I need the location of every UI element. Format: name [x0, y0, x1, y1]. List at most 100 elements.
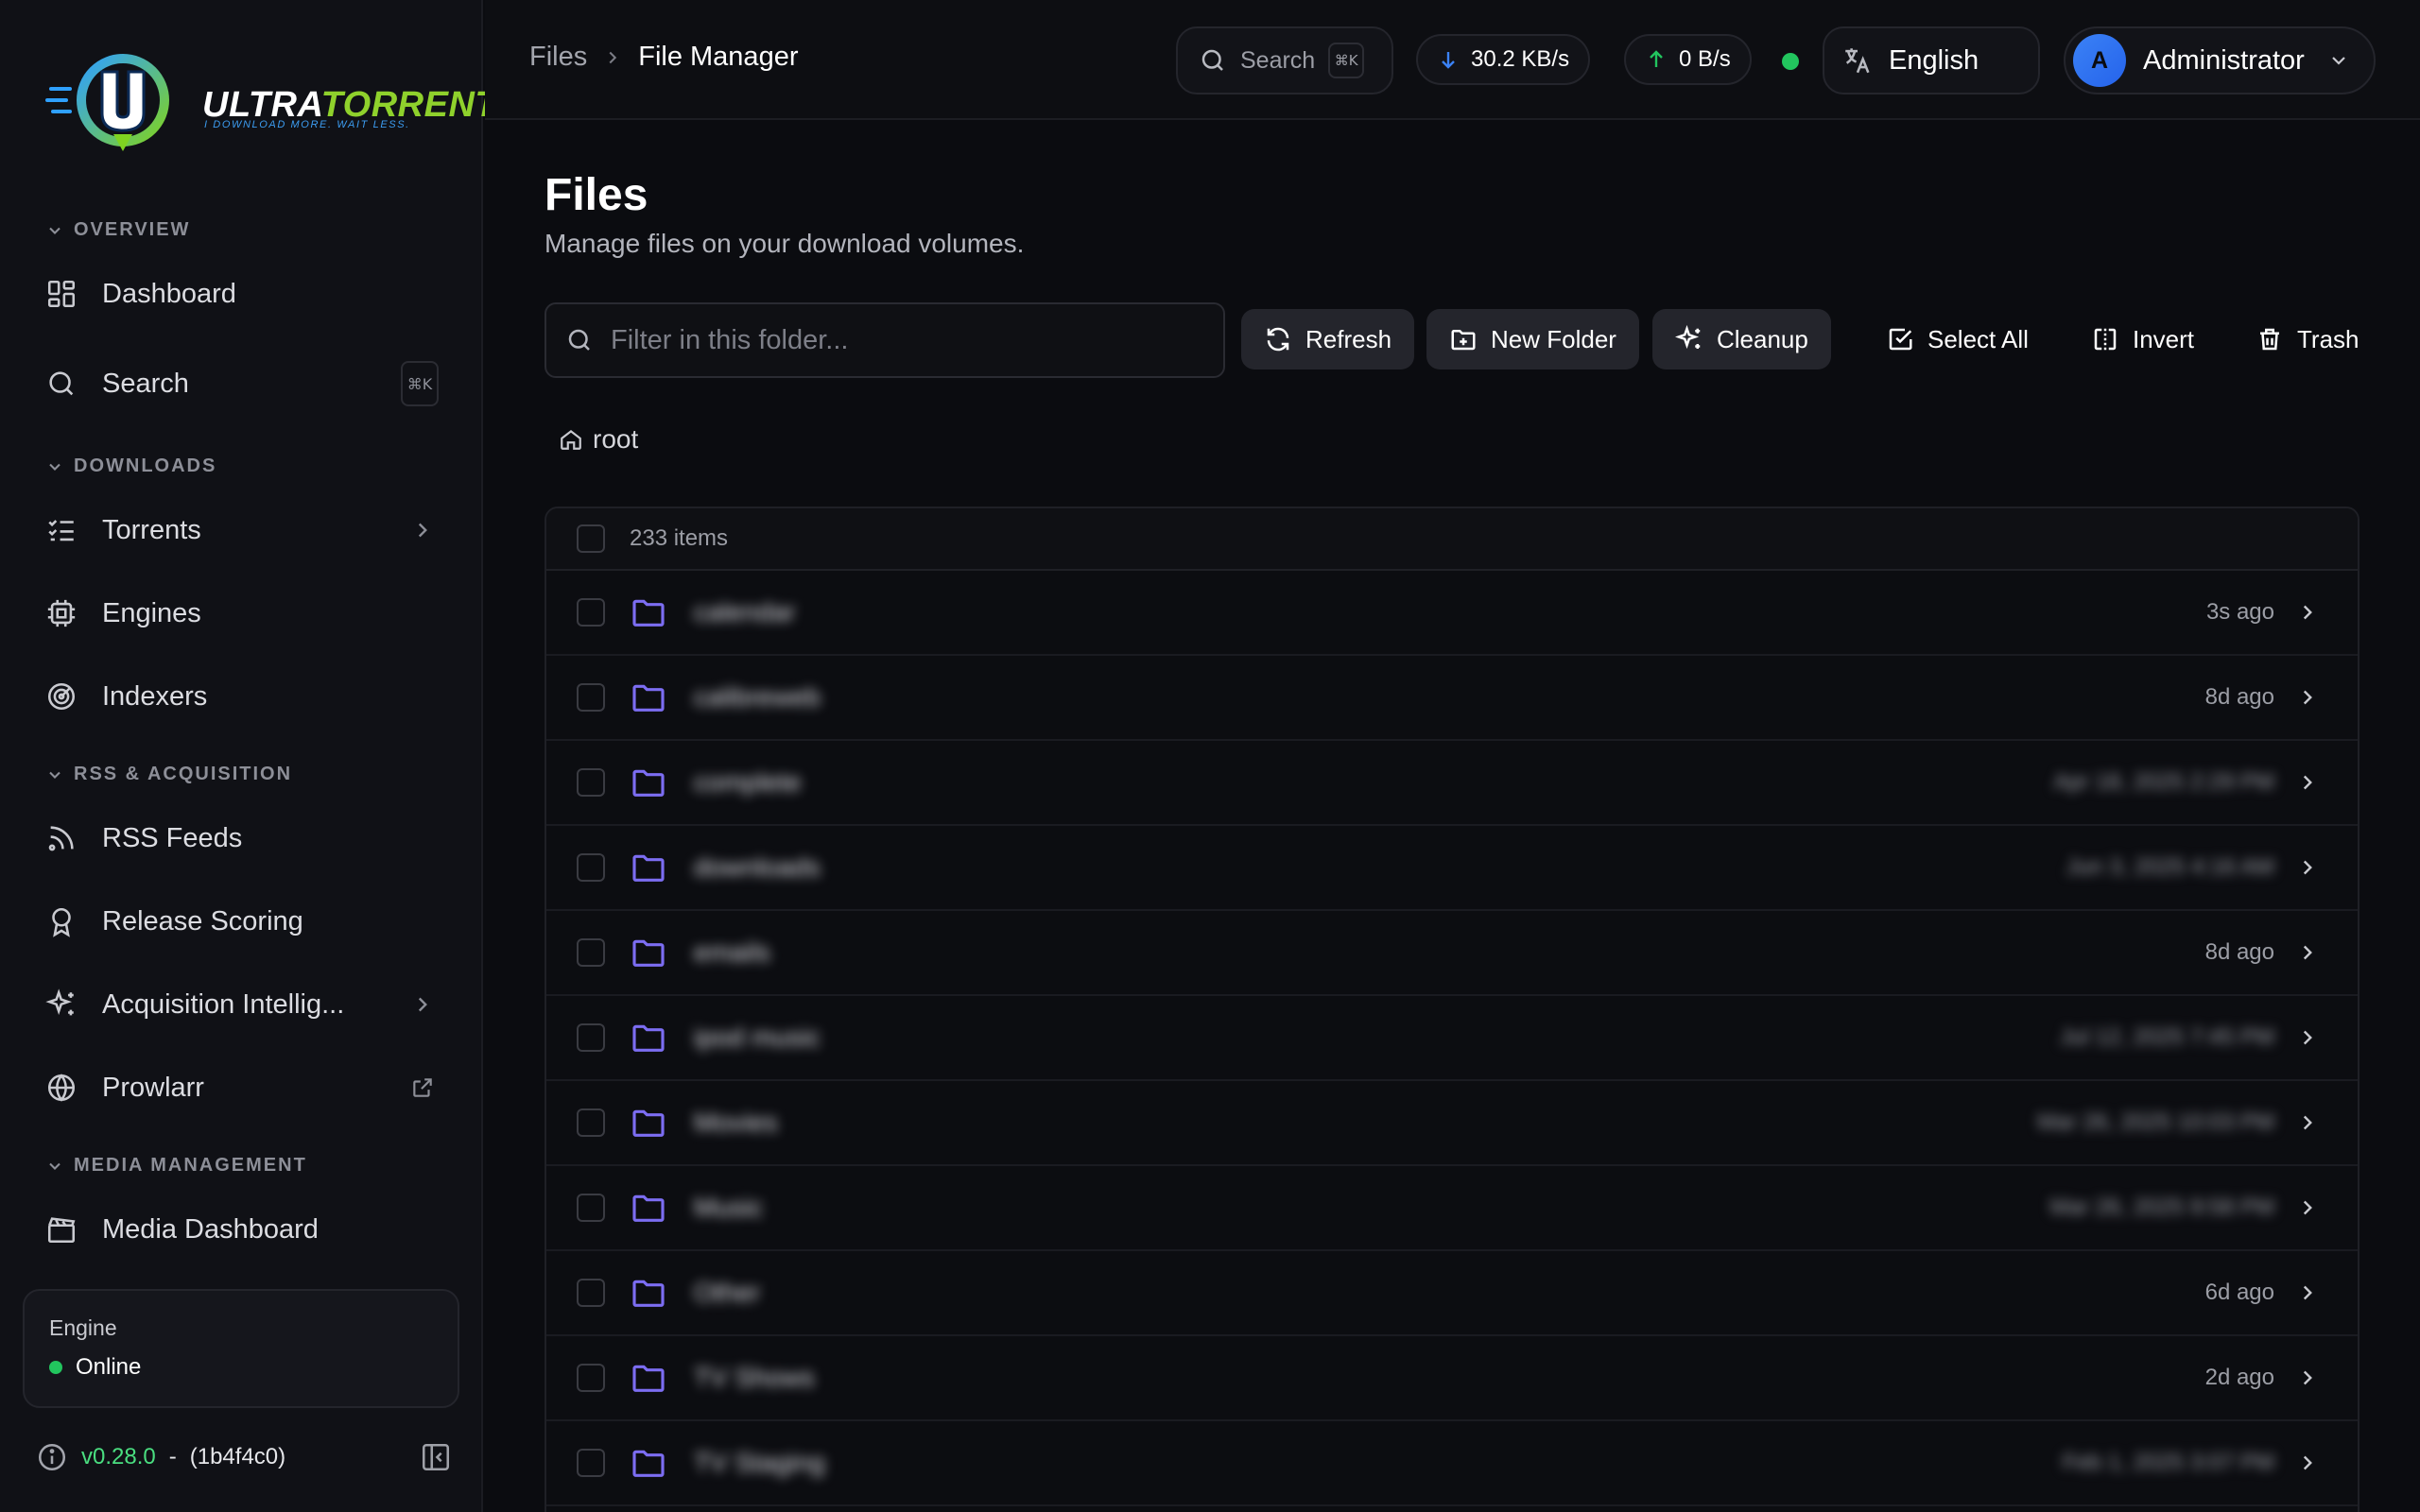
row-checkbox[interactable]	[577, 683, 605, 712]
sidebar-item-torrents[interactable]: Torrents	[23, 498, 454, 562]
translate-icon	[1845, 48, 1870, 74]
connection-status-dot	[1782, 53, 1799, 70]
path-root-label: root	[593, 424, 639, 454]
row-checkbox[interactable]	[577, 853, 605, 882]
sidebar-item-rss-feeds[interactable]: RSS Feeds	[23, 806, 454, 870]
section-downloads-toggle[interactable]: DOWNLOADS	[45, 455, 216, 477]
modified-time: Jun 3, 2025 4:16 AM	[2066, 854, 2274, 880]
row-checkbox[interactable]	[577, 598, 605, 627]
engine-status-card: Engine Online	[23, 1289, 459, 1408]
row-checkbox[interactable]	[577, 768, 605, 797]
file-name: TV Shows	[694, 1363, 815, 1392]
sidebar-item-label: Dashboard	[102, 278, 236, 309]
section-overview-label: OVERVIEW	[74, 219, 191, 240]
table-row[interactable]: ipod music Jul 12, 2025 7:45 PM	[546, 996, 2358, 1081]
path-root[interactable]: root	[559, 424, 638, 455]
app-logo[interactable]: ULTRATORRENT I DOWNLOAD MORE. WAIT LESS.	[45, 47, 497, 161]
list-check-icon	[48, 520, 74, 541]
chevron-right-icon	[2303, 775, 2312, 790]
radar-icon	[47, 682, 76, 711]
row-checkbox[interactable]	[577, 1108, 605, 1137]
row-checkbox[interactable]	[577, 938, 605, 967]
table-row[interactable]: Other 6d ago	[546, 1251, 2358, 1336]
breadcrumb-files[interactable]: Files	[529, 42, 587, 73]
chevron-right-icon	[2303, 1285, 2312, 1300]
table-row[interactable]: calibreweb 8d ago	[546, 656, 2358, 741]
sidebar-item-label: RSS Feeds	[102, 822, 243, 853]
sidebar-item-media-dashboard[interactable]: Media Dashboard	[23, 1197, 454, 1262]
version-info: v0.28.0 - (1b4f4c0)	[36, 1438, 452, 1476]
sidebar-item-indexers[interactable]: Indexers	[23, 664, 454, 729]
select-all-button[interactable]: Select All	[1863, 309, 2051, 369]
search-label: Search	[1240, 46, 1316, 74]
search-icon	[49, 371, 74, 396]
folder-icon	[632, 1024, 665, 1052]
section-media-toggle[interactable]: MEDIA MANAGEMENT	[45, 1155, 307, 1177]
table-row[interactable]: TV Staging Feb 1, 2025 3:07 PM	[546, 1421, 2358, 1506]
chevron-right-icon	[2303, 1370, 2312, 1385]
modified-time: Apr 18, 2025 2:29 PM	[2053, 769, 2274, 795]
clapperboard-icon	[47, 1217, 76, 1244]
table-row[interactable]: TV Shows 2d ago	[546, 1336, 2358, 1421]
shortcut-badge: ⌘K	[401, 361, 439, 406]
sidebar-item-engines[interactable]: Engines	[23, 581, 454, 645]
logo-tagline: I DOWNLOAD MORE. WAIT LESS.	[204, 119, 410, 130]
folder-icon	[632, 1280, 665, 1307]
dashboard-grid-icon	[47, 280, 76, 308]
table-row[interactable]: calendar 3s ago	[546, 571, 2358, 656]
sidebar-item-release-scoring[interactable]: Release Scoring	[23, 889, 454, 954]
sidebar-item-acquisition-intelligence[interactable]: Acquisition Intellig...	[23, 972, 454, 1037]
search-icon	[568, 329, 590, 351]
folder-filter-input[interactable]	[611, 324, 1216, 356]
folder-icon	[632, 684, 665, 712]
table-row[interactable]: downloads Jun 3, 2025 4:16 AM	[546, 826, 2358, 911]
breadcrumb-file-manager: File Manager	[638, 42, 799, 72]
refresh-icon	[1267, 327, 1289, 352]
new-folder-button[interactable]: New Folder	[1426, 309, 1639, 369]
file-list: 233 items calendar 3s ago calibreweb 8d ago…	[544, 507, 2360, 1512]
row-checkbox[interactable]	[577, 1194, 605, 1222]
chevron-right-icon	[418, 523, 427, 538]
folder-icon	[632, 769, 665, 797]
row-checkbox[interactable]	[577, 1023, 605, 1052]
folder-icon	[632, 939, 665, 967]
file-name: Music	[694, 1193, 764, 1222]
invert-label: Invert	[2133, 324, 2195, 353]
arrow-up-icon	[1650, 50, 1663, 67]
collapse-sidebar-icon[interactable]	[420, 1441, 452, 1473]
info-icon[interactable]	[36, 1441, 68, 1473]
refresh-button[interactable]: Refresh	[1241, 309, 1415, 369]
table-row[interactable]: complete Apr 18, 2025 2:29 PM	[546, 741, 2358, 826]
trash-button[interactable]: Trash	[2233, 309, 2382, 369]
folder-icon	[632, 1450, 665, 1477]
chevron-right-icon	[2303, 690, 2312, 705]
top-bar: Files File Manager Search ⌘K 30.2 KB/s 0…	[485, 0, 2420, 120]
invert-selection-button[interactable]: Invert	[2068, 309, 2217, 369]
language-selector[interactable]: English	[1823, 26, 2040, 94]
sidebar-item-search[interactable]: Search ⌘K	[23, 352, 454, 416]
user-menu[interactable]: A Administrator	[2064, 26, 2376, 94]
file-name: downloads	[694, 852, 821, 882]
select-all-checkbox[interactable]	[577, 524, 605, 553]
row-checkbox[interactable]	[577, 1449, 605, 1477]
table-row[interactable]: emails 8d ago	[546, 911, 2358, 996]
cleanup-button[interactable]: Cleanup	[1652, 309, 1831, 369]
global-search-button[interactable]: Search ⌘K	[1176, 26, 1393, 94]
table-row[interactable]: Movies Mar 26, 2025 10:03 PM	[546, 1081, 2358, 1166]
avatar: A	[2073, 34, 2126, 87]
sparkles-icon	[45, 988, 74, 1016]
file-name: emails	[694, 937, 770, 967]
sidebar-item-label: Engines	[102, 597, 201, 628]
modified-time: 2d ago	[2204, 1365, 2274, 1390]
section-overview-toggle[interactable]: OVERVIEW	[45, 219, 190, 241]
globe-icon	[47, 1074, 76, 1102]
chevron-right-icon	[2303, 1030, 2312, 1045]
row-checkbox[interactable]	[577, 1364, 605, 1392]
sidebar-item-dashboard[interactable]: Dashboard	[23, 262, 454, 326]
section-rss-toggle[interactable]: RSS & ACQUISITION	[45, 764, 292, 785]
row-checkbox[interactable]	[577, 1279, 605, 1307]
sidebar-item-prowlarr[interactable]: Prowlarr	[23, 1056, 454, 1120]
table-row[interactable]: Music Mar 26, 2025 9:58 PM	[546, 1166, 2358, 1251]
file-name: TV Staging	[694, 1448, 825, 1477]
chevron-right-icon	[2303, 1455, 2312, 1470]
